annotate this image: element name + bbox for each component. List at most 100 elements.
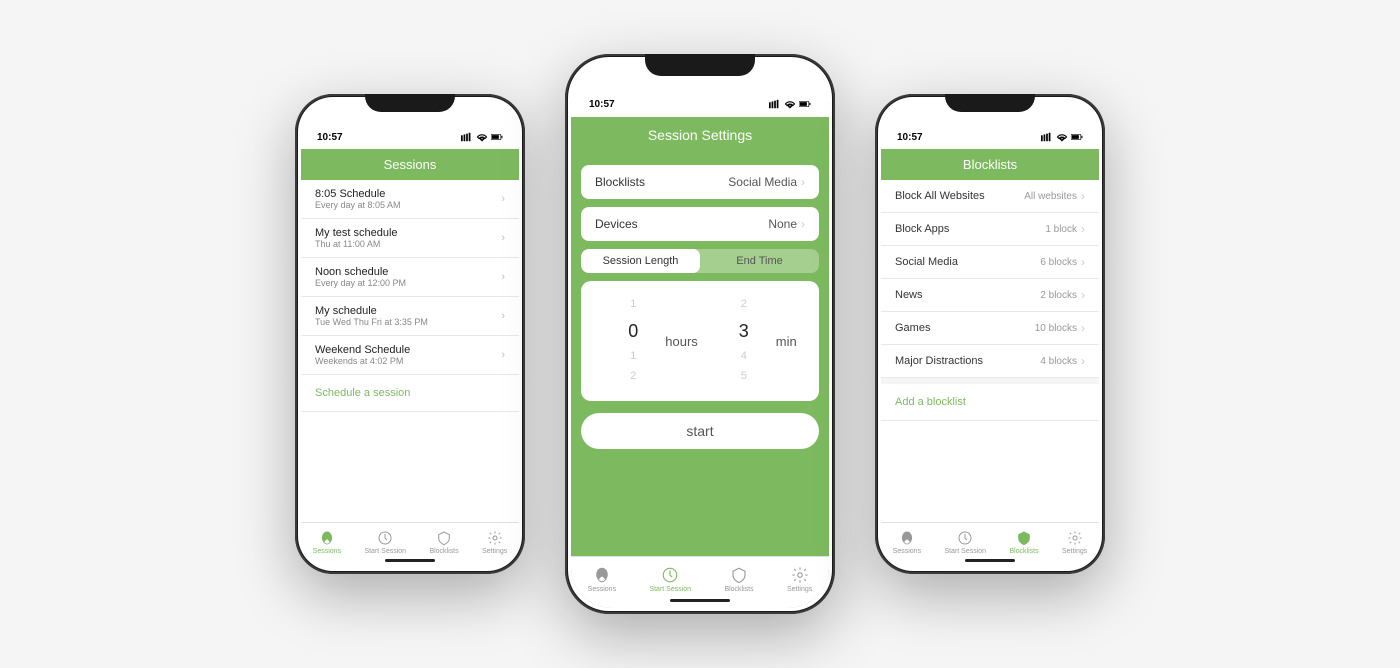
session-settings-content: Blocklists Social Media › Devices None ›	[571, 153, 829, 608]
session-sub: Tue Wed Thu Fri at 3:35 PM	[315, 317, 428, 327]
blocklist-item[interactable]: Block All Websites All websites ›	[881, 180, 1099, 213]
status-icons-2	[769, 99, 811, 109]
session-sub: Weekends at 4:02 PM	[315, 356, 410, 366]
segment-end-time[interactable]: End Time	[700, 249, 819, 273]
blocklist-name: News	[895, 289, 923, 301]
session-chevron: ›	[501, 193, 505, 205]
blocklist-item[interactable]: Major Distractions 4 blocks ›	[881, 345, 1099, 378]
blocklist-name: Block Apps	[895, 223, 949, 235]
tab-label-settings-3: Settings	[1062, 548, 1087, 555]
picker-m-plus1: 4	[741, 347, 747, 367]
session-sub: Every day at 8:05 AM	[315, 200, 401, 210]
segment-session-length[interactable]: Session Length	[581, 249, 700, 273]
blocklists-value: Social Media ›	[728, 175, 805, 189]
phone-inner-1: 10:57 Sessions 8:05 Schedule Every day a…	[298, 97, 522, 571]
status-bar-3: 10:57	[881, 121, 1099, 149]
tab-blocklists-3[interactable]: Blocklists	[1009, 530, 1038, 555]
session-title: 8:05 Schedule	[315, 188, 401, 200]
picker-hours-label: hours	[665, 334, 698, 349]
tab-blocklists-2[interactable]: Blocklists	[724, 566, 753, 593]
sessions-container: 8:05 Schedule Every day at 8:05 AM › My …	[301, 180, 519, 375]
blocklist-name: Social Media	[895, 256, 958, 268]
blocklist-name: Block All Websites	[895, 190, 985, 202]
tab-label-start-1: Start Session	[364, 548, 406, 555]
header-blocklists: Blocklists	[881, 149, 1099, 180]
session-item-left: My schedule Tue Wed Thu Fri at 3:35 PM	[315, 305, 428, 327]
blocklist-chevron: ›	[1081, 189, 1085, 203]
blocklist-value: 1 block ›	[1045, 222, 1085, 236]
session-title: My schedule	[315, 305, 428, 317]
blocklists-label: Blocklists	[595, 175, 645, 189]
add-session-link[interactable]: Schedule a session	[301, 375, 519, 412]
devices-label: Devices	[595, 217, 638, 231]
blocklists-row[interactable]: Blocklists Social Media ›	[581, 165, 819, 199]
session-item[interactable]: 8:05 Schedule Every day at 8:05 AM ›	[301, 180, 519, 219]
blocklists-container: Block All Websites All websites › Block …	[881, 180, 1099, 378]
home-indicator-2	[670, 599, 730, 602]
add-blocklist-link[interactable]: Add a blocklist	[881, 384, 1099, 421]
blocklist-value: 4 blocks ›	[1040, 354, 1085, 368]
notch-2	[645, 54, 755, 76]
session-sub: Every day at 12:00 PM	[315, 278, 406, 288]
session-item[interactable]: Noon schedule Every day at 12:00 PM ›	[301, 258, 519, 297]
devices-row[interactable]: Devices None ›	[581, 207, 819, 241]
tab-sessions-2[interactable]: Sessions	[588, 566, 616, 593]
tab-label-sessions-2: Sessions	[588, 586, 616, 593]
tab-label-start-2: Start Session	[649, 586, 691, 593]
notch-3	[945, 94, 1035, 112]
blocklist-item[interactable]: Block Apps 1 block ›	[881, 213, 1099, 246]
tab-startsession-1[interactable]: Start Session	[364, 530, 406, 555]
blocklist-item[interactable]: Social Media 6 blocks ›	[881, 246, 1099, 279]
picker-h-minus1: 1	[630, 295, 636, 315]
blocklist-value: 2 blocks ›	[1040, 288, 1085, 302]
time-2: 10:57	[589, 99, 615, 110]
status-icons-3	[1041, 132, 1083, 142]
header-sessions: Sessions	[301, 149, 519, 180]
session-item-left: Weekend Schedule Weekends at 4:02 PM	[315, 344, 410, 366]
session-title: Noon schedule	[315, 266, 406, 278]
tab-settings-1[interactable]: Settings	[482, 530, 507, 555]
tab-label-block-2: Blocklists	[724, 586, 753, 593]
tab-settings-2[interactable]: Settings	[787, 566, 812, 593]
session-item[interactable]: My schedule Tue Wed Thu Fri at 3:35 PM ›	[301, 297, 519, 336]
tab-startsession-2[interactable]: Start Session	[649, 566, 691, 593]
blocklists-chevron: ›	[801, 175, 805, 189]
picker-m-selected: 3	[739, 315, 749, 347]
blocklists-content: Block All Websites All websites › Block …	[881, 180, 1099, 568]
tab-label-sessions-3: Sessions	[893, 548, 921, 555]
blocklist-chevron: ›	[1081, 255, 1085, 269]
phone-inner-2: 10:57 Session Settings Blocklists Social…	[568, 57, 832, 611]
tab-sessions-1[interactable]: Sessions	[313, 530, 341, 555]
tab-label-block-3: Blocklists	[1009, 548, 1038, 555]
start-button[interactable]: start	[581, 413, 819, 449]
notch-1	[365, 94, 455, 112]
blocklist-item[interactable]: News 2 blocks ›	[881, 279, 1099, 312]
time-picker[interactable]: 1 0 1 2 hours 2	[581, 281, 819, 401]
session-chevron: ›	[501, 349, 505, 361]
phone-session-settings: 10:57 Session Settings Blocklists Social…	[565, 54, 835, 614]
tab-sessions-3[interactable]: Sessions	[893, 530, 921, 555]
tab-blocklists-1[interactable]: Blocklists	[429, 530, 458, 555]
picker-mins-col: 2 3 4 5	[714, 295, 774, 387]
blocklist-chevron: ›	[1081, 321, 1085, 335]
screen-3: 10:57 Blocklists Block All Websites All …	[881, 121, 1099, 568]
segment-control: Session Length End Time	[581, 249, 819, 273]
blocklist-value: 6 blocks ›	[1040, 255, 1085, 269]
picker-min-label: min	[776, 334, 797, 349]
tab-label-block-1: Blocklists	[429, 548, 458, 555]
blocklist-name: Games	[895, 322, 930, 334]
home-indicator-1	[385, 559, 435, 562]
blocklist-item[interactable]: Games 10 blocks ›	[881, 312, 1099, 345]
phone-sessions: 10:57 Sessions 8:05 Schedule Every day a…	[295, 94, 525, 574]
tab-settings-3[interactable]: Settings	[1062, 530, 1087, 555]
devices-chevron: ›	[801, 217, 805, 231]
session-item-left: 8:05 Schedule Every day at 8:05 AM	[315, 188, 401, 210]
header-session-settings: Session Settings	[571, 117, 829, 153]
phone-blocklists: 10:57 Blocklists Block All Websites All …	[875, 94, 1105, 574]
tab-startsession-3[interactable]: Start Session	[944, 530, 986, 555]
session-item[interactable]: My test schedule Thu at 11:00 AM ›	[301, 219, 519, 258]
session-item[interactable]: Weekend Schedule Weekends at 4:02 PM ›	[301, 336, 519, 375]
session-chevron: ›	[501, 310, 505, 322]
picker-m-plus2: 5	[741, 367, 747, 387]
session-chevron: ›	[501, 271, 505, 283]
